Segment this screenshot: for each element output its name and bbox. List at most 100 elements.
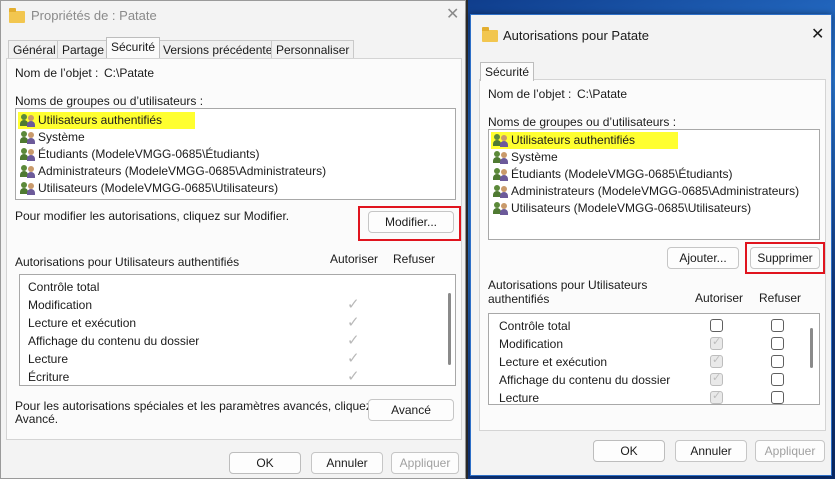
permission-label: Lecture et exécution: [28, 316, 137, 330]
deny-column-header: Refuser: [759, 291, 802, 305]
user-name: Système: [511, 150, 558, 164]
users-icon: [20, 114, 36, 127]
modify-hint: Pour modifier les autorisations, cliquez…: [15, 209, 290, 223]
advanced-hint-line2: Avancé.: [15, 412, 59, 426]
permissions-list: Contrôle total Modification Lecture et e…: [19, 274, 456, 386]
check-icon: ✓: [347, 368, 360, 385]
deny-column-header: Refuser: [393, 252, 436, 266]
user-name: Administrateurs (ModeleVMGG-0685\Adminis…: [511, 184, 800, 198]
user-name: Système: [38, 130, 85, 144]
list-item[interactable]: Utilisateurs (ModeleVMGG-0685\Utilisateu…: [491, 200, 751, 217]
users-icon: [493, 134, 509, 147]
list-item[interactable]: Étudiants (ModeleVMGG-0685\Étudiants): [18, 146, 259, 163]
permission-label: Modification: [499, 337, 564, 351]
list-item[interactable]: Système: [491, 149, 558, 166]
deny-checkbox[interactable]: [771, 319, 784, 332]
object-name-value: C:\Patate: [577, 87, 628, 101]
list-item[interactable]: Utilisateurs authentifiés: [491, 132, 678, 149]
permission-label: Modification: [28, 298, 93, 312]
title-bar: Autorisations pour Patate ✕: [471, 15, 831, 47]
list-item[interactable]: Étudiants (ModeleVMGG-0685\Étudiants): [491, 166, 732, 183]
user-name: Utilisateurs authentifiés: [38, 113, 163, 127]
properties-window: Propriétés de : Patate ✕ Général Partage…: [0, 0, 466, 479]
user-name: Utilisateurs (ModeleVMGG-0685\Utilisateu…: [38, 181, 279, 195]
users-icon: [493, 202, 509, 215]
ok-button[interactable]: OK: [593, 440, 665, 462]
permission-label: Contrôle total: [28, 280, 100, 294]
allow-checkbox: [710, 389, 723, 404]
users-icon: [493, 168, 509, 181]
advanced-hint-line1: Pour les autorisations spéciales et les …: [15, 399, 392, 413]
folder-icon: [482, 27, 498, 42]
users-icon: [20, 131, 36, 144]
allow-checkbox: [710, 371, 723, 386]
add-button[interactable]: Ajouter...: [667, 247, 739, 269]
list-item[interactable]: Système: [18, 129, 85, 146]
deny-checkbox[interactable]: [771, 355, 784, 368]
allow-checkbox: [710, 335, 723, 350]
user-name: Étudiants (ModeleVMGG-0685\Étudiants): [511, 167, 733, 181]
users-listbox[interactable]: Utilisateurs authentifiés Système Étudia…: [15, 108, 456, 200]
permissions-list: Contrôle total Modification Lecture et e…: [488, 313, 820, 405]
users-icon: [493, 151, 509, 164]
users-listbox[interactable]: Utilisateurs authentifiés Système Étudia…: [488, 129, 820, 240]
list-item[interactable]: Utilisateurs (ModeleVMGG-0685\Utilisateu…: [18, 180, 278, 197]
permission-label: Affichage du contenu du dossier: [499, 373, 671, 387]
tab-security[interactable]: Sécurité: [480, 62, 535, 81]
remove-button[interactable]: Supprimer: [750, 247, 820, 269]
user-name: Utilisateurs authentifiés: [511, 133, 636, 147]
users-icon: [20, 165, 36, 178]
allow-checkbox: [710, 353, 723, 368]
title-bar: Propriétés de : Patate ✕: [1, 1, 465, 33]
object-name-label: Nom de l’objet :: [15, 66, 99, 80]
apply-button[interactable]: Appliquer: [391, 452, 459, 474]
allow-column-header: Autoriser: [695, 291, 744, 305]
cancel-button[interactable]: Annuler: [311, 452, 383, 474]
tab-sharing[interactable]: Partage: [57, 40, 110, 58]
users-icon: [493, 185, 509, 198]
allow-checkbox[interactable]: [710, 319, 723, 332]
check-icon: ✓: [347, 296, 360, 313]
ok-button[interactable]: OK: [229, 452, 301, 474]
user-name: Administrateurs (ModeleVMGG-0685\Adminis…: [38, 164, 327, 178]
permission-label: Contrôle total: [499, 319, 571, 333]
permission-label: Lecture: [28, 352, 69, 366]
permission-label: Écriture: [28, 370, 70, 384]
object-name-label: Nom de l’objet :: [488, 87, 572, 101]
tab-customize[interactable]: Personnaliser: [271, 40, 355, 58]
object-name-value: C:\Patate: [104, 66, 155, 80]
scrollbar[interactable]: [810, 328, 813, 368]
users-icon: [20, 182, 36, 195]
list-item[interactable]: Administrateurs (ModeleVMGG-0685\Adminis…: [18, 163, 326, 180]
scrollbar[interactable]: [448, 293, 451, 365]
permission-label: Affichage du contenu du dossier: [28, 334, 200, 348]
modify-button[interactable]: Modifier...: [368, 211, 454, 233]
user-name: Utilisateurs (ModeleVMGG-0685\Utilisateu…: [511, 201, 752, 215]
check-icon: ✓: [347, 314, 360, 331]
list-item[interactable]: Utilisateurs authentifiés: [18, 112, 195, 129]
allow-column-header: Autoriser: [330, 252, 379, 266]
permissions-header-line1: Autorisations pour Utilisateurs: [488, 278, 648, 292]
permission-label: Lecture et exécution: [499, 355, 608, 369]
check-icon: ✓: [347, 332, 360, 349]
groups-label: Noms de groupes ou d’utilisateurs :: [488, 115, 677, 129]
tab-previous-versions[interactable]: Versions précédentes: [158, 40, 284, 58]
close-icon[interactable]: ✕: [811, 27, 824, 43]
cancel-button[interactable]: Annuler: [675, 440, 747, 462]
advanced-button[interactable]: Avancé: [368, 399, 454, 421]
check-icon: ✓: [347, 350, 360, 367]
dialog-title: Autorisations pour Patate: [503, 28, 649, 43]
list-item[interactable]: Administrateurs (ModeleVMGG-0685\Adminis…: [491, 183, 799, 200]
groups-label: Noms de groupes ou d’utilisateurs :: [15, 94, 204, 108]
deny-checkbox[interactable]: [771, 337, 784, 350]
deny-checkbox[interactable]: [771, 391, 784, 404]
deny-checkbox[interactable]: [771, 373, 784, 386]
users-icon: [20, 148, 36, 161]
tab-general[interactable]: Général: [8, 40, 61, 58]
close-icon[interactable]: ✕: [446, 7, 459, 23]
permissions-header-line2: authentifiés: [488, 292, 550, 306]
apply-button[interactable]: Appliquer: [755, 440, 825, 462]
security-panel: Nom de l’objet : C:\Patate Noms de group…: [6, 58, 462, 440]
tab-security[interactable]: Sécurité: [106, 37, 161, 58]
window-title: Propriétés de : Patate: [31, 8, 157, 23]
